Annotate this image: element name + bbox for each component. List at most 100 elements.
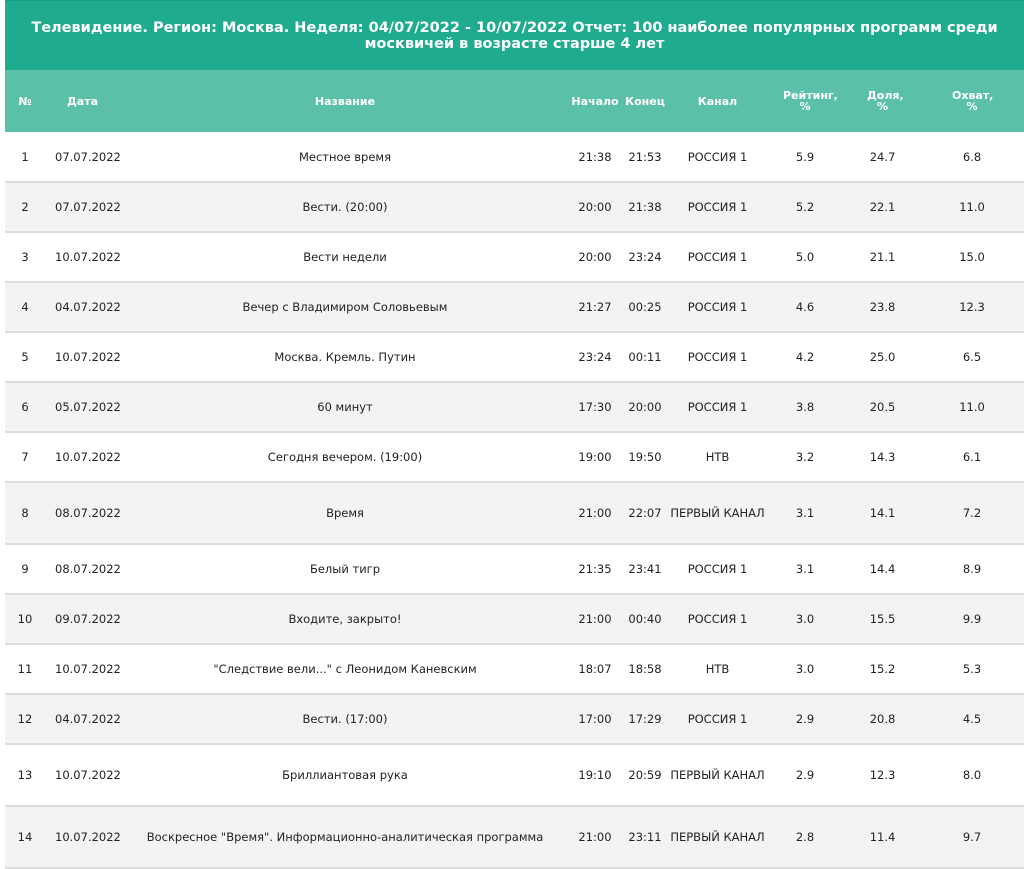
cell-date: 08.07.2022 (45, 544, 121, 595)
cell-share: 15.2 (845, 644, 920, 695)
cell-date: 04.07.2022 (45, 282, 121, 333)
table-row: 3 10.07.2022 Вести недели 20:00 23:24 РО… (5, 232, 1024, 283)
table-header: № Дата Название Начало Конец Канал Рейти… (5, 70, 1024, 132)
cell-start-time: 21:00 (570, 594, 620, 645)
column-header-end[interactable]: Конец (620, 70, 670, 132)
report-title: Телевидение. Регион: Москва. Неделя: 04/… (5, 0, 1024, 70)
cell-program-name: Вести. (17:00) (120, 694, 570, 745)
column-header-rating[interactable]: Рейтинг, % (765, 70, 845, 132)
cell-end-time: 22:07 (620, 482, 670, 545)
table-row: 14 10.07.2022 Воскресное "Время". Информ… (5, 806, 1024, 869)
cell-num: 1 (5, 132, 45, 183)
channel-label: РОССИЯ 1 (687, 612, 748, 626)
cell-reach: 9.7 (920, 806, 1024, 869)
table-row: 1 07.07.2022 Местное время 21:38 21:53 Р… (5, 132, 1024, 183)
cell-start-time: 21:35 (570, 544, 620, 595)
channel-label: РОССИЯ 1 (687, 149, 748, 164)
cell-end-time: 19:50 (620, 432, 670, 483)
cell-end-time: 17:29 (620, 694, 670, 745)
cell-rating: 4.6 (765, 282, 845, 333)
cell-channel: РОССИЯ 1 (670, 232, 765, 283)
column-header-reach[interactable]: Охват, % (920, 70, 1024, 132)
cell-start-time: 21:27 (570, 282, 620, 333)
cell-num: 9 (5, 544, 45, 595)
cell-share: 21.1 (845, 232, 920, 283)
cell-date: 10.07.2022 (45, 644, 121, 695)
cell-num: 10 (5, 594, 45, 645)
cell-end-time: 18:58 (620, 644, 670, 695)
cell-num: 8 (5, 482, 45, 545)
cell-rating: 5.9 (765, 132, 845, 183)
cell-reach: 11.0 (920, 182, 1024, 233)
cell-reach: 8.9 (920, 544, 1024, 595)
table-row: 5 10.07.2022 Москва. Кремль. Путин 23:24… (5, 332, 1024, 383)
cell-channel: ПЕРВЫЙ КАНАЛ (670, 482, 765, 545)
cell-end-time: 20:00 (620, 382, 670, 433)
cell-start-time: 21:38 (570, 132, 620, 183)
cell-share: 14.4 (845, 544, 920, 595)
cell-rating: 3.1 (765, 544, 845, 595)
cell-share: 24.7 (845, 132, 920, 183)
cell-program-name: 60 минут (120, 382, 570, 433)
cell-start-time: 19:10 (570, 744, 620, 807)
channel-label: НТВ (705, 662, 730, 676)
table-header-row: № Дата Название Начало Конец Канал Рейти… (5, 70, 1024, 132)
cell-date: 07.07.2022 (45, 132, 121, 183)
cell-rating: 5.0 (765, 232, 845, 283)
table-row: 7 10.07.2022 Сегодня вечером. (19:00) 19… (5, 432, 1024, 483)
cell-num: 6 (5, 382, 45, 433)
cell-program-name: Белый тигр (120, 544, 570, 595)
cell-date: 04.07.2022 (45, 694, 121, 745)
cell-channel: ПЕРВЫЙ КАНАЛ (670, 744, 765, 807)
cell-reach: 4.5 (920, 694, 1024, 745)
cell-date: 07.07.2022 (45, 182, 121, 233)
cell-num: 13 (5, 744, 45, 807)
column-header-share[interactable]: Доля, % (845, 70, 920, 132)
cell-date: 05.07.2022 (45, 382, 121, 433)
cell-date: 10.07.2022 (45, 432, 121, 483)
cell-end-time: 23:24 (620, 232, 670, 283)
cell-start-time: 20:00 (570, 182, 620, 233)
cell-num: 11 (5, 644, 45, 695)
cell-channel: ПЕРВЫЙ КАНАЛ (670, 806, 765, 869)
cell-program-name: Бриллиантовая рука (120, 744, 570, 807)
table-row: 10 09.07.2022 Входите, закрыто! 21:00 00… (5, 594, 1024, 645)
table-row: 8 08.07.2022 Время 21:00 22:07 ПЕРВЫЙ КА… (5, 482, 1024, 545)
cell-num: 7 (5, 432, 45, 483)
cell-rating: 2.8 (765, 806, 845, 869)
cell-rating: 2.9 (765, 744, 845, 807)
column-header-start[interactable]: Начало (570, 70, 620, 132)
cell-channel: НТВ (670, 644, 765, 695)
cell-program-name: Время (120, 482, 570, 545)
cell-num: 2 (5, 182, 45, 233)
report-container: Телевидение. Регион: Москва. Неделя: 04/… (5, 0, 1024, 869)
column-header-name[interactable]: Название (120, 70, 570, 132)
cell-reach: 15.0 (920, 232, 1024, 283)
cell-channel: РОССИЯ 1 (670, 132, 765, 183)
table-row: 4 04.07.2022 Вечер с Владимиром Соловьев… (5, 282, 1024, 333)
cell-end-time: 20:59 (620, 744, 670, 807)
cell-program-name: Москва. Кремль. Путин (120, 332, 570, 383)
cell-reach: 6.5 (920, 332, 1024, 383)
cell-start-time: 17:00 (570, 694, 620, 745)
cell-end-time: 21:38 (620, 182, 670, 233)
column-header-channel[interactable]: Канал (670, 70, 765, 132)
column-header-date[interactable]: Дата (45, 70, 120, 132)
cell-date: 09.07.2022 (45, 594, 121, 645)
table-row: 12 04.07.2022 Вести. (17:00) 17:00 17:29… (5, 694, 1024, 745)
channel-label: РОССИЯ 1 (687, 562, 748, 576)
cell-reach: 9.9 (920, 594, 1024, 645)
cell-channel: НТВ (670, 432, 765, 483)
cell-share: 22.1 (845, 182, 920, 233)
cell-reach: 5.3 (920, 644, 1024, 695)
cell-rating: 2.9 (765, 694, 845, 745)
cell-rating: 3.2 (765, 432, 845, 483)
cell-end-time: 23:41 (620, 544, 670, 595)
cell-share: 11.4 (845, 806, 920, 869)
channel-label: РОССИЯ 1 (687, 350, 748, 364)
channel-label: ПЕРВЫЙ КАНАЛ (670, 768, 765, 782)
cell-rating: 3.1 (765, 482, 845, 545)
table-row: 13 10.07.2022 Бриллиантовая рука 19:10 2… (5, 744, 1024, 807)
cell-program-name: Воскресное "Время". Информационно-аналит… (120, 806, 570, 869)
column-header-num[interactable]: № (5, 70, 45, 132)
